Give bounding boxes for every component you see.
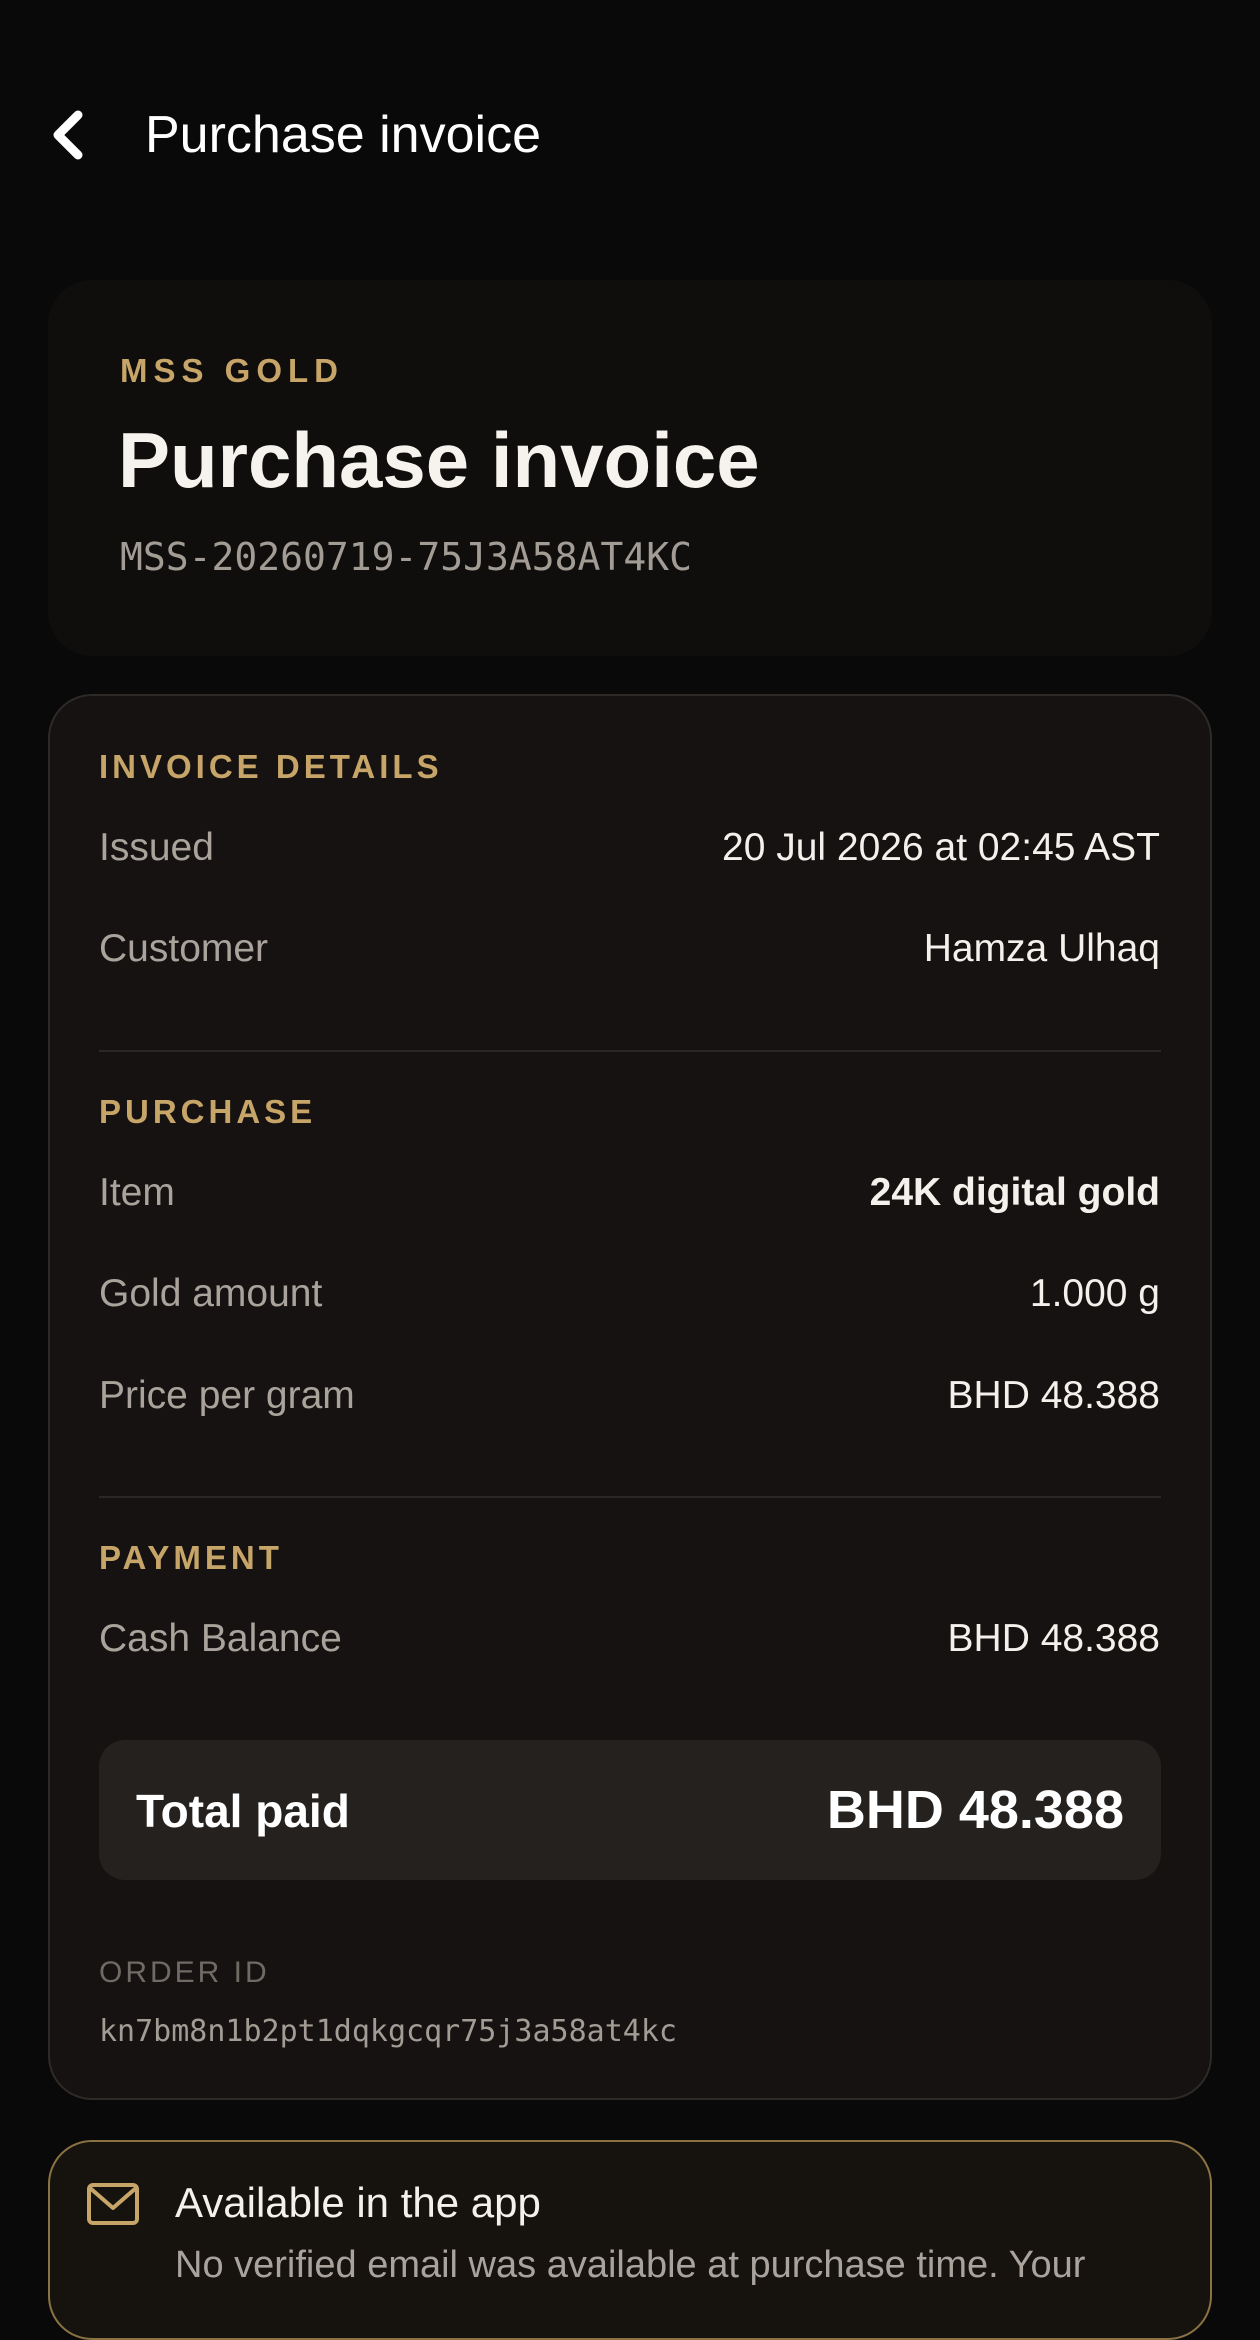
- payment-method-label: Cash Balance: [99, 1617, 342, 1660]
- section-label-payment: PAYMENT: [99, 1539, 283, 1576]
- back-button[interactable]: [40, 100, 96, 170]
- issued-label: Issued: [99, 826, 214, 869]
- order-id-label: ORDER ID: [99, 1956, 270, 1989]
- top-app-bar: Purchase invoice: [0, 0, 1260, 270]
- total-paid-label: Total paid: [136, 1785, 350, 1837]
- gold-amount-value: 1.000 g: [1029, 1272, 1160, 1315]
- customer-label: Customer: [99, 927, 269, 970]
- item-value: 24K digital gold: [869, 1171, 1160, 1214]
- mail-icon: [87, 2183, 139, 2225]
- payment-method-value: BHD 48.388: [947, 1617, 1160, 1660]
- section-label-purchase: PURCHASE: [99, 1093, 317, 1130]
- chevron-left-icon: [53, 110, 83, 160]
- price-per-gram-label: Price per gram: [99, 1374, 355, 1417]
- page-title: Purchase invoice: [145, 106, 541, 164]
- section-label-invoice-details: INVOICE DETAILS: [99, 748, 443, 785]
- invoice-title: Purchase invoice: [118, 416, 760, 504]
- issued-value: 20 Jul 2026 at 02:45 AST: [722, 826, 1160, 869]
- divider: [99, 1496, 1161, 1498]
- order-id-value: kn7bm8n1b2pt1dqkgcqr75j3a58at4kc: [99, 2014, 677, 2049]
- gold-amount-label: Gold amount: [99, 1272, 323, 1315]
- notice-title: Available in the app: [175, 2179, 541, 2226]
- price-per-gram-value: BHD 48.388: [947, 1374, 1160, 1417]
- divider: [99, 1050, 1161, 1052]
- customer-value: Hamza Ulhaq: [923, 927, 1160, 970]
- total-paid-value: BHD 48.388: [826, 1780, 1124, 1840]
- brand-label: MSS GOLD: [120, 352, 345, 389]
- invoice-reference: MSS-20260719-75J3A58AT4KC: [120, 535, 692, 579]
- item-label: Item: [99, 1171, 175, 1214]
- notice-body: No verified email was available at purch…: [175, 2244, 1086, 2286]
